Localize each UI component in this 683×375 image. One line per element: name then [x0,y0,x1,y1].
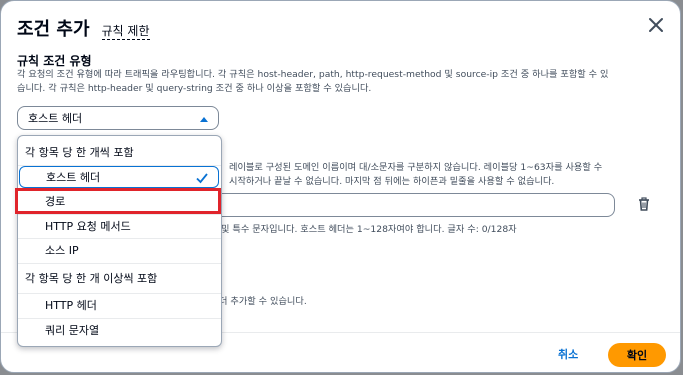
option-query-string[interactable]: 쿼리 문자열 [18,319,221,341]
description-line-2: 습니다. 각 규칙은 http-header 및 query-string 조건… [17,83,372,94]
option-path[interactable]: 경로 [18,190,221,212]
option-label: 쿼리 문자열 [45,324,100,337]
trash-icon[interactable] [637,197,651,211]
option-source-ip[interactable]: 소스 IP [18,239,221,261]
condition-type-label: 규칙 조건 유형 [17,54,92,68]
option-label: HTTP 헤더 [45,299,97,312]
host-hint-line-2: 시작하거나 끝날 수 없습니다. 마지막 점 뒤에는 하이픈과 밑줄을 사용할 … [229,176,555,187]
condition-type-select[interactable]: 호스트 헤더 [17,106,219,130]
caret-up-icon [200,117,208,122]
condition-type-description: 각 요청의 조건 유형에 따라 트래픽을 라우팅합니다. 각 규칙은 host-… [17,68,677,96]
modal-title: 조건 추가 [17,19,90,40]
host-hint-line-1: 레이블로 구성된 도메인 이름이며 대/소문자를 구분하지 않습니다. 레이블당… [229,162,603,173]
option-http-request-method[interactable]: HTTP 요청 메서드 [18,215,221,237]
option-host-header[interactable]: 호스트 헤더 [19,166,219,188]
option-label: HTTP 요청 메서드 [45,220,131,233]
group-multiple-label: 각 항목 당 한 개 이상씩 포함 [25,272,158,285]
option-label: 경로 [45,195,66,208]
add-condition-modal: 조건 추가 규칙 제한 규칙 조건 유형 각 요청의 조건 유형에 따라 트래픽… [0,0,681,373]
option-label: 호스트 헤더 [46,171,101,184]
modal-header: 조건 추가 규칙 제한 [17,11,150,45]
host-header-value-input[interactable] [221,193,615,217]
check-icon [196,173,208,184]
group-divider [18,263,221,264]
add-hint: 더 추가할 수 있습니다. [219,296,307,307]
option-label: 소스 IP [45,244,79,257]
value-hint: 및 특수 문자입니다. 호스트 헤더는 1~128자여야 합니다. 글자 수: … [221,224,517,235]
option-http-header[interactable]: HTTP 헤더 [18,294,221,316]
confirm-button[interactable]: 확인 [608,343,666,367]
condition-type-dropdown: 각 항목 당 한 개씩 포함 호스트 헤더 경로 HTTP 요청 메서드 소스 … [17,135,222,347]
group-single-label: 각 항목 당 한 개씩 포함 [25,146,134,159]
close-button[interactable] [646,15,666,35]
condition-type-select-value: 호스트 헤더 [28,112,83,125]
cancel-button[interactable]: 취소 [558,346,578,362]
description-line-1: 각 요청의 조건 유형에 따라 트래픽을 라우팅합니다. 각 규칙은 host-… [17,69,609,80]
close-icon [649,18,663,32]
rule-limits-info-link[interactable]: 규칙 제한 [101,23,150,40]
